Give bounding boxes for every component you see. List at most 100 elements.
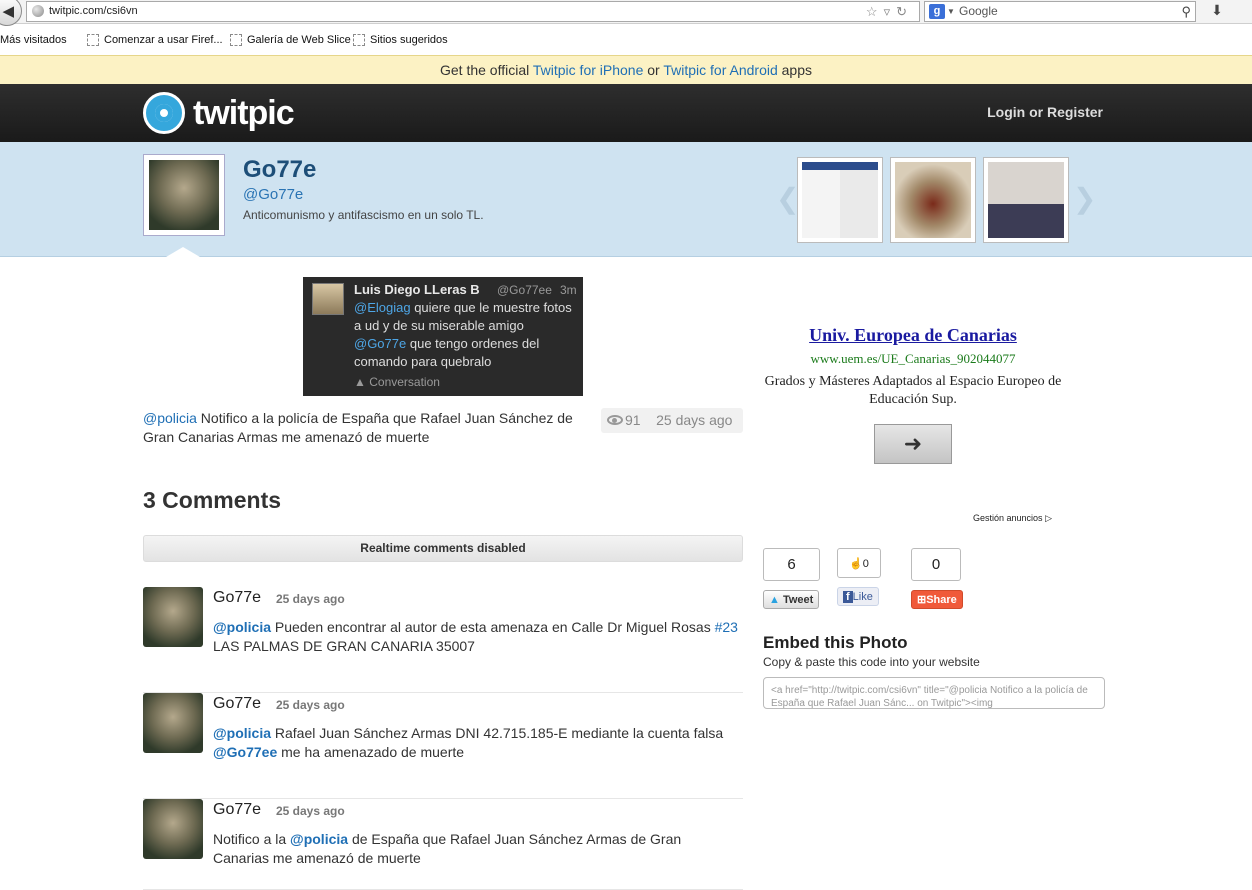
profile-band: Go77e @Go77e Anticomunismo y antifascism… bbox=[0, 142, 1252, 257]
tweet-handle: @Go77ee bbox=[497, 283, 552, 297]
back-button[interactable]: ◀ bbox=[0, 0, 22, 26]
ad-choices-icon: ▷ bbox=[1045, 513, 1052, 523]
comment-user[interactable]: Go77e bbox=[213, 589, 261, 607]
bookmarks-bar: Más visitados Comenzar a usar Firef... G… bbox=[0, 31, 1252, 53]
bookmark-icon bbox=[87, 34, 99, 46]
prev-arrow-icon[interactable]: ❮ bbox=[776, 182, 799, 215]
next-arrow-icon[interactable]: ❯ bbox=[1073, 182, 1096, 215]
embed-title: Embed this Photo bbox=[763, 633, 908, 652]
comment-time: 25 days ago bbox=[276, 698, 345, 712]
arrow-right-icon: ➜ bbox=[903, 431, 923, 456]
comment-time: 25 days ago bbox=[276, 804, 345, 818]
comments-title: 3 Comments bbox=[143, 487, 282, 513]
comment-user[interactable]: Go77e bbox=[213, 801, 261, 819]
ad-block[interactable]: Univ. Europea de Canarias www.uem.es/UE_… bbox=[763, 325, 1063, 475]
back-arrow-icon: ◀ bbox=[2, 3, 14, 20]
tweet-text: @Elogiag quiere que le muestre fotos a u… bbox=[354, 300, 572, 369]
embed-code-field[interactable]: <a href="http://twitpic.com/csi6vn" titl… bbox=[763, 677, 1105, 709]
mention-link[interactable]: @policia bbox=[213, 619, 271, 635]
share-button[interactable]: ⊞Share bbox=[911, 590, 963, 609]
profile-name[interactable]: Go77e bbox=[243, 156, 316, 184]
profile-handle[interactable]: @Go77e bbox=[243, 186, 303, 203]
engine-caret-icon[interactable]: ▼ bbox=[947, 2, 955, 21]
comment-time: 25 days ago bbox=[276, 592, 345, 606]
view-count: 91 bbox=[625, 412, 641, 428]
google-icon[interactable]: g bbox=[929, 4, 945, 19]
ad-title[interactable]: Univ. Europea de Canarias bbox=[763, 325, 1063, 346]
bookmark-label: Comenzar a usar Firef... bbox=[104, 34, 223, 46]
tweet-button[interactable]: ▲ Tweet bbox=[763, 590, 820, 609]
site-header: twitpic Login or Register bbox=[0, 84, 1252, 142]
camera-icon bbox=[143, 92, 185, 134]
plus-icon: ⊞ bbox=[917, 594, 927, 606]
thumbnail-image bbox=[895, 162, 971, 238]
comment-avatar[interactable] bbox=[143, 587, 203, 647]
bookmark-label: Galería de Web Slice bbox=[247, 34, 351, 46]
embed-subtitle: Copy & paste this code into your website bbox=[763, 655, 980, 669]
hashtag-link[interactable]: #23 bbox=[715, 619, 738, 635]
twitter-bird-icon: ▲ bbox=[769, 594, 780, 606]
search-icon[interactable]: ⚲ bbox=[1181, 2, 1191, 21]
ad-description: Grados y Másteres Adaptados al Espacio E… bbox=[764, 374, 1062, 407]
android-link[interactable]: Twitpic for Android bbox=[663, 62, 777, 78]
mention-link[interactable]: @policia bbox=[290, 831, 348, 847]
mention-link[interactable]: @Go77ee bbox=[213, 744, 277, 760]
share-count: 0 bbox=[911, 548, 961, 581]
photo-caption: @policia Notifico a la policía de España… bbox=[143, 410, 573, 445]
tweet-time: 3m bbox=[560, 283, 577, 297]
dropdown-icon[interactable]: ▿ bbox=[884, 4, 897, 19]
url-field[interactable]: twitpic.com/csi6vn ☆▿↻ bbox=[26, 1, 920, 22]
profile-avatar[interactable] bbox=[143, 154, 225, 236]
comment-text: Notifico a la @policia de España que Raf… bbox=[213, 831, 682, 866]
thumbnail-image bbox=[988, 162, 1064, 238]
like-button[interactable]: f Like bbox=[837, 587, 879, 606]
bookmark-web-slice[interactable]: Galería de Web Slice bbox=[230, 34, 351, 46]
comment-item: Go77e 25 days ago Notifico a la @policia… bbox=[143, 799, 743, 890]
comment-user[interactable]: Go77e bbox=[213, 695, 261, 713]
comment-avatar[interactable] bbox=[143, 799, 203, 859]
tweet-conversation: ▲ Conversation bbox=[354, 375, 440, 389]
search-placeholder: Google bbox=[959, 4, 998, 18]
mention-link[interactable]: @policia bbox=[213, 725, 271, 741]
url-text: twitpic.com/csi6vn bbox=[49, 5, 138, 17]
comment-avatar[interactable] bbox=[143, 693, 203, 753]
bookmark-suggested[interactable]: Sitios sugeridos bbox=[353, 34, 448, 46]
star-icon[interactable]: ☆ bbox=[866, 4, 884, 19]
tweet-count: 6 bbox=[763, 548, 820, 581]
thumbnail-image bbox=[802, 162, 878, 238]
profile-pointer bbox=[166, 247, 200, 257]
twitpic-logo[interactable]: twitpic bbox=[143, 92, 295, 134]
avatar-image bbox=[149, 160, 219, 230]
ad-url[interactable]: www.uem.es/UE_Canarias_902044077 bbox=[763, 351, 1063, 367]
profile-bio: Anticomunismo y antifascismo en un solo … bbox=[243, 208, 484, 222]
ad-choices-link[interactable]: Gestión anuncios ▷ bbox=[973, 513, 1052, 524]
iphone-link[interactable]: Twitpic for iPhone bbox=[533, 62, 644, 78]
bookmark-icon bbox=[353, 34, 365, 46]
eye-icon bbox=[607, 415, 623, 425]
download-icon[interactable]: ⬇ bbox=[1206, 2, 1228, 21]
ad-arrow-button[interactable]: ➜ bbox=[874, 424, 952, 464]
tweet-avatar bbox=[312, 283, 344, 315]
comment-item: Go77e 25 days ago @policia Rafael Juan S… bbox=[143, 693, 743, 799]
bookmark-getting-started[interactable]: Comenzar a usar Firef... bbox=[87, 34, 223, 46]
promo-bar: Get the official Twitpic for iPhone or T… bbox=[0, 55, 1252, 84]
bookmark-label: Sitios sugeridos bbox=[370, 34, 448, 46]
globe-icon bbox=[32, 5, 44, 17]
thumbs-up-icon: ☝ bbox=[849, 558, 863, 570]
comment-text: @policia Rafael Juan Sánchez Armas DNI 4… bbox=[213, 725, 724, 760]
facebook-icon: f bbox=[843, 591, 853, 603]
thumbnail-1[interactable] bbox=[797, 157, 883, 243]
like-count: ☝0 bbox=[837, 548, 881, 578]
reload-icon[interactable]: ↻ bbox=[896, 4, 913, 19]
speech-bubble-icon: ▲ bbox=[354, 375, 366, 389]
search-field[interactable]: g ▼ Google ⚲ bbox=[924, 1, 1196, 22]
bookmark-most-visited[interactable]: Más visitados bbox=[0, 34, 67, 46]
thumbnail-2[interactable] bbox=[890, 157, 976, 243]
login-register-link[interactable]: Login or Register bbox=[987, 104, 1103, 120]
comment-item: Go77e 25 days ago @policia Pueden encont… bbox=[143, 587, 743, 693]
photo-stats: 91 25 days ago bbox=[601, 408, 743, 433]
photo-tweet-screenshot[interactable]: Luis Diego LLeras B @Go77ee 3m @Elogiag … bbox=[303, 277, 583, 396]
thumbnail-3[interactable] bbox=[983, 157, 1069, 243]
browser-toolbar: ◀ twitpic.com/csi6vn ☆▿↻ g ▼ Google ⚲ ⬇ bbox=[0, 0, 1252, 26]
mention-link[interactable]: @policia bbox=[143, 410, 197, 426]
